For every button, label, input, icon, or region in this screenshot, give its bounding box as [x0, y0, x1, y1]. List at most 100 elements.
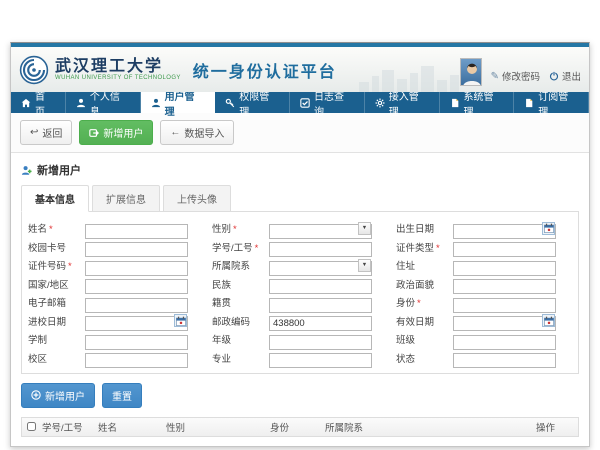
gender-select[interactable] — [269, 224, 372, 239]
major-input[interactable] — [269, 353, 372, 368]
major-field: 专业 — [212, 350, 388, 366]
field-label: 班级 — [396, 335, 415, 346]
nav-item-log-query[interactable]: 日志查询 — [290, 92, 365, 113]
valid-date-input[interactable] — [453, 316, 556, 331]
add-user-button[interactable]: 新增用户 — [79, 120, 153, 145]
id-number-input[interactable] — [85, 261, 188, 276]
status-input[interactable] — [453, 353, 556, 368]
schooling-length-input[interactable] — [85, 335, 188, 350]
section-title: 新增用户 — [37, 162, 81, 178]
tab-basic-info[interactable]: 基本信息 — [21, 185, 89, 212]
import-arrow-icon: ← — [170, 128, 180, 138]
city-skyline-watermark — [359, 66, 459, 92]
postal-code-field: 邮政编码 — [212, 313, 388, 329]
reset-button[interactable]: 重置 — [102, 383, 142, 408]
email-input[interactable] — [85, 298, 188, 313]
gender-field: 性别* ▼ — [212, 220, 388, 236]
data-import-label: 数据导入 — [184, 125, 224, 140]
calendar-icon[interactable] — [542, 314, 555, 327]
nav-item-access-management[interactable]: 接入管理 — [365, 92, 440, 113]
field-label: 证件号码 — [28, 261, 66, 272]
field-label: 电子邮箱 — [28, 298, 66, 309]
field-label: 学制 — [28, 335, 47, 346]
user-table-header: 学号/工号 姓名 性别 身份 所属院系 操作 — [21, 417, 579, 437]
campus-card-input[interactable] — [85, 242, 188, 257]
plus-circle-icon — [31, 390, 41, 400]
nav-item-home[interactable]: 首页 — [11, 92, 66, 113]
class-input[interactable] — [453, 335, 556, 350]
basic-info-form: 姓名* 性别* ▼ 出生日期 校园卡号 学号/工号* — [21, 211, 579, 374]
logout-label: 退出 — [562, 69, 581, 83]
id-type-input[interactable] — [453, 242, 556, 257]
native-place-field: 籍贯 — [212, 294, 388, 310]
back-label: 返回 — [42, 125, 62, 140]
logout-link[interactable]: 退出 — [549, 69, 581, 87]
required-star: * — [68, 261, 72, 272]
campus-input[interactable] — [85, 353, 188, 368]
country-input[interactable] — [85, 279, 188, 294]
back-button[interactable]: ↩ 返回 — [20, 120, 72, 145]
form-actions: 新增用户 重置 — [21, 383, 579, 408]
calendar-icon[interactable] — [174, 314, 187, 327]
postal-code-input[interactable] — [269, 316, 372, 331]
university-logo — [19, 55, 49, 85]
nav-item-system-management[interactable]: 系统管理 — [440, 92, 515, 113]
name-input[interactable] — [85, 224, 188, 239]
university-name-en: WUHAN UNIVERSITY OF TECHNOLOGY — [55, 75, 181, 81]
political-status-input[interactable] — [453, 279, 556, 294]
university-name-cn: 武汉理工大学 — [55, 59, 181, 75]
student-id-field: 学号/工号* — [212, 239, 388, 255]
main-nav: 首页 个人信息 用户管理 权限管理 日志查询 接入管理 系统管理 订阅管理 — [11, 92, 589, 113]
calendar-icon[interactable] — [542, 222, 555, 235]
change-password-link[interactable]: ✎ 修改密码 — [491, 69, 540, 87]
student-id-input[interactable] — [269, 242, 372, 257]
grade-field: 年级 — [212, 331, 388, 347]
tab-upload-photo[interactable]: 上传头像 — [163, 185, 231, 212]
col-actions: 操作 — [534, 420, 578, 434]
field-label: 校园卡号 — [28, 243, 66, 254]
person-icon — [151, 98, 161, 108]
nav-item-profile[interactable]: 个人信息 — [66, 92, 141, 113]
nav-item-permission-management[interactable]: 权限管理 — [215, 92, 290, 113]
university-brand: 武汉理工大学 WUHAN UNIVERSITY OF TECHNOLOGY — [55, 59, 181, 81]
required-star: * — [49, 224, 53, 235]
department-select[interactable] — [269, 261, 372, 276]
document-icon — [524, 98, 534, 108]
grade-input[interactable] — [269, 335, 372, 350]
nav-label: 接入管理 — [389, 88, 429, 118]
id-number-field: 证件号码* — [28, 257, 204, 273]
nav-item-user-management[interactable]: 用户管理 — [141, 92, 216, 113]
field-label: 邮政编码 — [212, 317, 250, 328]
user-area: ✎ 修改密码 退出 — [460, 58, 581, 87]
name-field: 姓名* — [28, 220, 204, 236]
form-tabs: 基本信息 扩展信息 上传头像 — [21, 185, 579, 212]
nav-label: 订阅管理 — [538, 88, 578, 118]
identity-input[interactable] — [453, 298, 556, 313]
field-label: 年级 — [212, 335, 231, 346]
chevron-down-icon[interactable]: ▼ — [358, 259, 371, 272]
native-place-input[interactable] — [269, 298, 372, 313]
identity-field: 身份* — [396, 294, 572, 310]
chevron-down-icon[interactable]: ▼ — [358, 222, 371, 235]
reset-label: 重置 — [112, 388, 132, 403]
field-label: 姓名 — [28, 224, 47, 235]
address-input[interactable] — [453, 261, 556, 276]
main-content: 新增用户 基本信息 扩展信息 上传头像 姓名* 性别* ▼ 出生日期 — [11, 153, 589, 446]
tab-extended-info[interactable]: 扩展信息 — [92, 185, 160, 212]
enrollment-date-input[interactable] — [85, 316, 188, 331]
political-status-field: 政治面貌 — [396, 276, 572, 292]
field-label: 性别 — [212, 224, 231, 235]
home-icon — [21, 98, 31, 108]
submit-add-user-button[interactable]: 新增用户 — [21, 383, 95, 408]
data-import-button[interactable]: ← 数据导入 — [160, 120, 234, 145]
select-all-checkbox[interactable] — [27, 422, 36, 431]
ethnicity-field: 民族 — [212, 276, 388, 292]
required-star: * — [436, 243, 440, 254]
ethnicity-input[interactable] — [269, 279, 372, 294]
birth-date-input[interactable] — [453, 224, 556, 239]
field-label: 政治面貌 — [396, 280, 434, 291]
nav-item-subscription-management[interactable]: 订阅管理 — [514, 92, 589, 113]
empty-table-body — [21, 437, 579, 446]
platform-title: 统一身份认证平台 — [193, 58, 337, 82]
add-user-section-icon — [21, 165, 32, 176]
